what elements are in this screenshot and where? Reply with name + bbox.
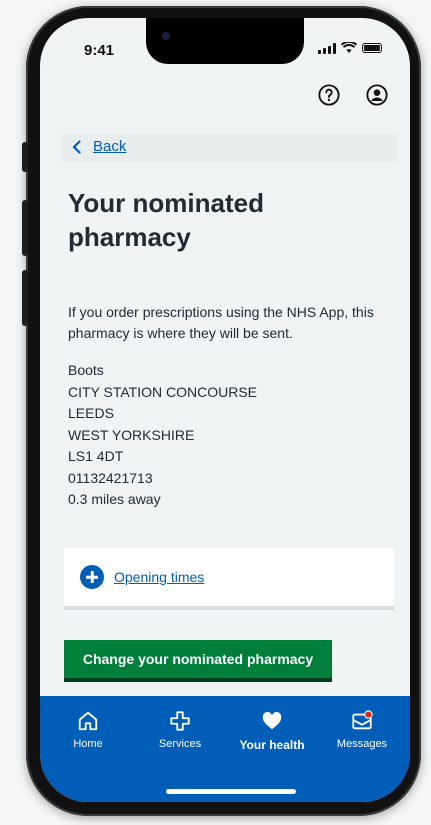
pharmacy-county: WEST YORKSHIRE bbox=[68, 426, 195, 443]
bottom-nav: Home Services Your health Messages bbox=[40, 696, 410, 802]
heart-icon bbox=[262, 711, 282, 730]
help-icon[interactable] bbox=[318, 84, 340, 106]
opening-times-link[interactable]: Opening times bbox=[114, 569, 204, 585]
home-indicator bbox=[166, 789, 296, 794]
nav-messages[interactable]: Messages bbox=[322, 710, 402, 750]
pharmacy-city: LEEDS bbox=[68, 405, 114, 421]
chevron-left-icon bbox=[72, 139, 81, 154]
status-time: 9:41 bbox=[84, 42, 115, 59]
signal-icon bbox=[318, 42, 336, 54]
plus-circle-icon bbox=[80, 565, 104, 589]
phone-volume-down bbox=[22, 270, 28, 326]
header-actions bbox=[318, 84, 388, 106]
cross-icon bbox=[170, 711, 190, 731]
pharmacy-address-line1: CITY STATION CONCOURSE bbox=[68, 383, 258, 400]
wifi-icon bbox=[341, 42, 357, 53]
change-pharmacy-button[interactable]: Change your nominated pharmacy bbox=[64, 640, 332, 678]
nav-your-health[interactable]: Your health bbox=[232, 710, 312, 752]
home-icon bbox=[78, 711, 98, 731]
nav-services[interactable]: Services bbox=[140, 710, 220, 750]
notch bbox=[146, 18, 304, 64]
account-icon[interactable] bbox=[366, 84, 388, 106]
nav-messages-label: Messages bbox=[336, 738, 388, 750]
phone-volume-up bbox=[22, 200, 28, 256]
nav-services-label: Services bbox=[158, 738, 202, 750]
pharmacy-details: Boots CITY STATION CONCOURSE LEEDS WEST … bbox=[68, 360, 257, 511]
back-label: Back bbox=[93, 138, 127, 155]
intro-text: If you order prescriptions using the NHS… bbox=[68, 304, 374, 341]
phone-silent-switch bbox=[22, 142, 28, 172]
opening-times-card[interactable]: Opening times bbox=[64, 548, 394, 610]
nav-home-label: Home bbox=[73, 738, 103, 750]
nav-your-health-label: Your health bbox=[239, 738, 305, 752]
envelope-icon bbox=[352, 710, 373, 730]
pharmacy-name: Boots bbox=[68, 362, 104, 378]
pharmacy-postcode: LS1 4DT bbox=[68, 448, 124, 464]
back-link[interactable]: Back bbox=[72, 138, 126, 155]
pharmacy-phone: 01132421713 bbox=[68, 469, 153, 486]
app-screen: 9:41 Back Your nominated pharmacy If you… bbox=[40, 18, 410, 802]
page-title: Your nominated pharmacy bbox=[68, 188, 264, 252]
pharmacy-distance: 0.3 miles away bbox=[68, 491, 161, 507]
camera-dot bbox=[162, 32, 170, 40]
status-icons bbox=[318, 42, 382, 54]
nav-home[interactable]: Home bbox=[48, 710, 128, 750]
battery-icon bbox=[362, 43, 382, 53]
